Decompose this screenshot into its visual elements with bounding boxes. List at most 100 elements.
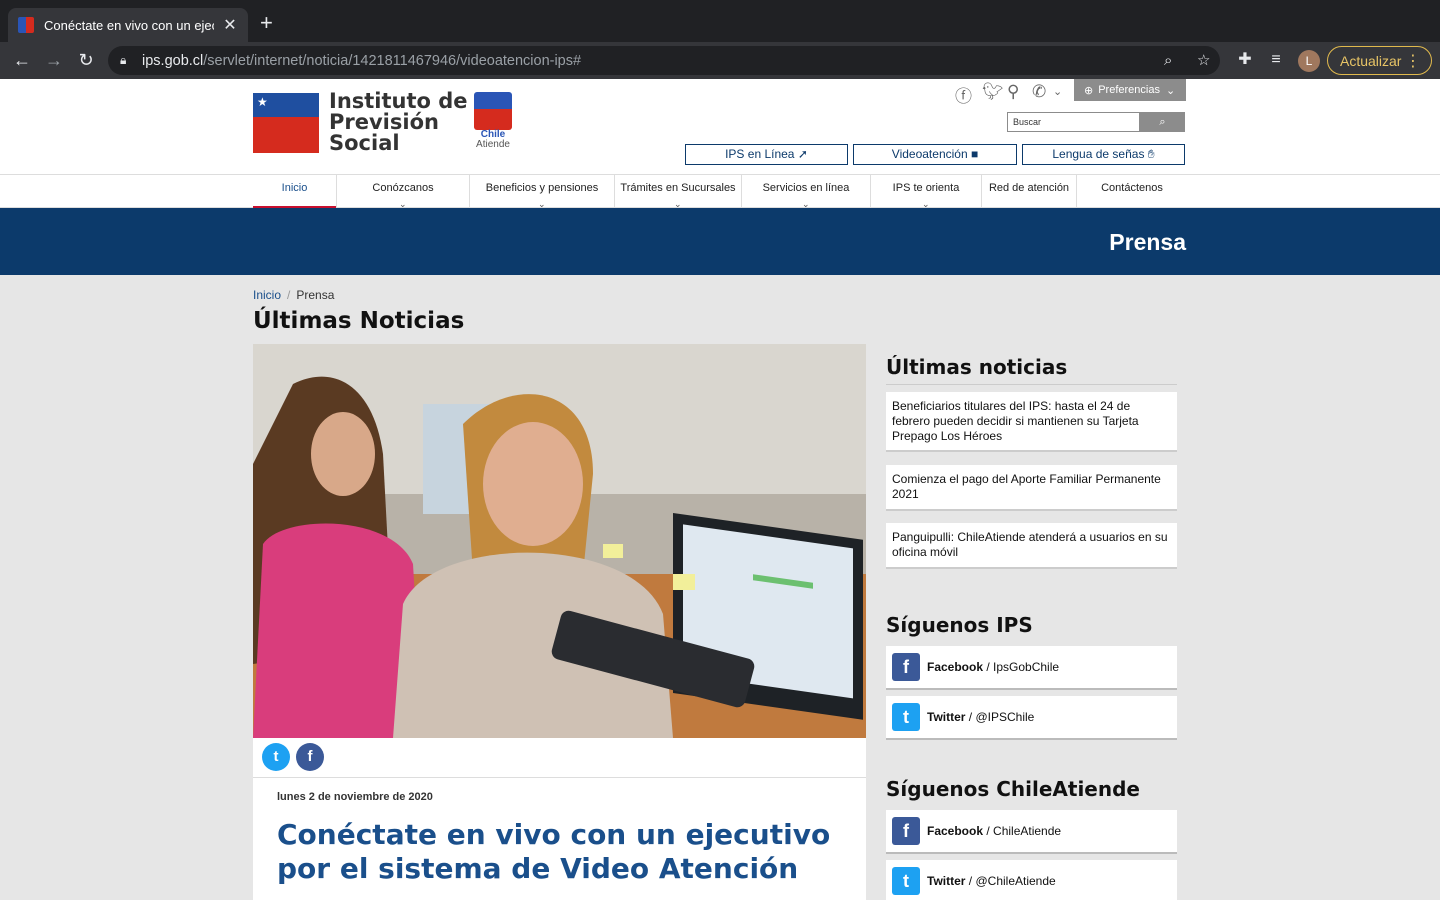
search-button[interactable]: ⌕: [1140, 112, 1185, 132]
extensions-puzzle-icon[interactable]: ✚: [1234, 49, 1256, 71]
browser-tab[interactable]: Conéctate en vivo con un ejecu ✕: [8, 8, 248, 42]
logo-line-2: Previsión: [329, 110, 439, 134]
news-item[interactable]: Panguipulli: ChileAtiende atenderá a usu…: [886, 523, 1177, 569]
lengua-de-senas-button[interactable]: Lengua de señas ✋︎: [1022, 144, 1185, 165]
chileatiende-facebook-link[interactable]: f Facebook / ChileAtiende: [886, 810, 1177, 854]
facebook-icon[interactable]: ⓕ: [955, 82, 972, 106]
chileatiende-emblem-icon: [474, 92, 512, 130]
ips-logo-text[interactable]: Instituto de Previsión Social: [329, 91, 468, 154]
article-hero-photo: [253, 344, 866, 738]
ips-en-linea-button[interactable]: IPS en Línea ➚: [685, 144, 848, 165]
breadcrumb: Inicio / Prensa: [253, 288, 334, 302]
follow-ips-heading: Síguenos IPS: [886, 613, 1033, 637]
nav-item-conozcanos[interactable]: Conózcanos ⌄: [337, 175, 470, 209]
nav-item-tramites[interactable]: Trámites en Sucursales ⌄: [615, 175, 742, 209]
nav-item-beneficios[interactable]: Beneficios y pensiones ⌄: [470, 175, 615, 209]
share-bar: t f: [253, 738, 866, 778]
lock-icon: 🔒︎: [120, 53, 127, 67]
social-network-name: Twitter: [927, 874, 966, 888]
nav-item-label: Red de atención: [988, 182, 1070, 194]
update-button[interactable]: Actualizar ⋮: [1327, 46, 1432, 75]
bookmark-star-icon[interactable]: ☆: [1197, 46, 1210, 75]
social-network-name: Facebook: [927, 824, 984, 838]
video-camera-icon: ■: [970, 147, 979, 161]
page-title: Últimas Noticias: [253, 308, 465, 334]
nav-item-inicio[interactable]: Inicio: [253, 175, 337, 209]
preferences-button[interactable]: ⊕ Preferencias ⌄: [1074, 79, 1186, 101]
latest-news-heading: Últimas noticias: [886, 355, 1068, 379]
social-handle: / ChileAtiende: [986, 824, 1062, 838]
location-pin-icon[interactable]: ⚲: [1007, 82, 1019, 102]
share-twitter-icon[interactable]: t: [262, 743, 290, 771]
url-path: /servlet/internet/noticia/1421811467946/…: [203, 52, 582, 69]
article-title[interactable]: Conéctate en vivo con un ejecutivo por e…: [277, 818, 847, 886]
facebook-icon: f: [892, 817, 920, 845]
call-center-photo: [253, 344, 866, 738]
star-icon: ★: [257, 95, 268, 109]
nav-item-label: Inicio: [281, 182, 308, 194]
chevron-down-icon[interactable]: ⌄: [1053, 85, 1062, 105]
twitter-icon: t: [892, 867, 920, 895]
social-handle: / IpsGobChile: [986, 660, 1060, 674]
browser-tab-strip: Conéctate en vivo con un ejecu ✕ +: [0, 0, 1440, 42]
social-network-name: Facebook: [927, 660, 984, 674]
address-bar[interactable]: 🔒︎ ips.gob.cl/servlet/internet/noticia/1…: [108, 46, 1220, 75]
section-banner: Prensa: [0, 208, 1440, 275]
zoom-icon[interactable]: ⌕: [1164, 46, 1172, 75]
media-queue-icon[interactable]: ≡: [1265, 49, 1287, 71]
site-header: ★ Instituto de Previsión Social Chile At…: [0, 79, 1440, 174]
facebook-icon: f: [892, 653, 920, 681]
divider: [886, 384, 1177, 385]
site-favicon-icon: [18, 17, 34, 33]
nav-item-label: Contáctenos: [1101, 182, 1163, 194]
videoatencion-label: Videoatención: [891, 147, 968, 161]
article-date: lunes 2 de noviembre de 2020: [277, 791, 433, 803]
chileatiende-logo[interactable]: Chile Atiende: [473, 92, 513, 154]
ips-facebook-link[interactable]: f Facebook / IpsGobChile: [886, 646, 1177, 690]
forward-arrow-icon[interactable]: →: [42, 49, 66, 73]
search-icon: ⌕: [1159, 116, 1166, 128]
back-arrow-icon[interactable]: ←: [10, 49, 34, 73]
banner-title: Prensa: [1109, 229, 1186, 255]
ips-logo-emblem[interactable]: ★: [253, 93, 319, 153]
chevron-down-icon: ⌄: [1165, 84, 1176, 97]
browser-toolbar: ← → ↻ 🔒︎ ips.gob.cl/servlet/internet/not…: [0, 42, 1440, 79]
breadcrumb-separator: /: [287, 288, 291, 302]
twitter-icon: t: [892, 703, 920, 731]
nav-item-red-de-atencion[interactable]: Red de atención: [982, 175, 1077, 208]
search-input[interactable]: Buscar: [1007, 112, 1140, 132]
social-handle: / @IPSChile: [968, 710, 1035, 724]
accessibility-icon: ⊕: [1084, 84, 1094, 97]
lengua-de-senas-label: Lengua de señas: [1052, 147, 1145, 161]
web-page: ★ Instituto de Previsión Social Chile At…: [0, 79, 1440, 900]
update-label: Actualizar: [1340, 52, 1402, 69]
breadcrumb-current: Prensa: [296, 288, 335, 302]
nav-item-ips-te-orienta[interactable]: IPS te orienta ⌄: [871, 175, 982, 209]
breadcrumb-home-link[interactable]: Inicio: [253, 288, 281, 302]
tab-title: Conéctate en vivo con un ejecu: [44, 17, 214, 33]
news-article: t f lunes 2 de noviembre de 2020 Conécta…: [253, 344, 866, 900]
tab-close-icon[interactable]: ✕: [222, 15, 238, 35]
new-tab-button[interactable]: +: [260, 12, 273, 34]
ips-twitter-link[interactable]: t Twitter / @IPSChile: [886, 696, 1177, 740]
share-facebook-icon[interactable]: f: [296, 743, 324, 771]
ips-en-linea-label: IPS en Línea: [725, 147, 795, 161]
nav-item-contactenos[interactable]: Contáctenos: [1077, 175, 1187, 208]
social-network-name: Twitter: [927, 710, 966, 724]
menu-kebab-icon[interactable]: ⋮: [1405, 51, 1421, 71]
chileatiende-twitter-link[interactable]: t Twitter / @ChileAtiende: [886, 860, 1177, 900]
news-item[interactable]: Comienza el pago del Aporte Familiar Per…: [886, 465, 1177, 511]
phone-icon[interactable]: ✆: [1032, 82, 1046, 102]
twitter-icon[interactable]: 🐦︎: [982, 82, 1004, 102]
reload-icon[interactable]: ↻: [74, 49, 98, 73]
news-item[interactable]: Beneficiarios titulares del IPS: hasta e…: [886, 392, 1177, 452]
url-host: ips.gob.cl: [142, 52, 204, 69]
nav-item-servicios[interactable]: Servicios en línea ⌄: [742, 175, 871, 209]
follow-chileatiende-heading: Síguenos ChileAtiende: [886, 777, 1140, 801]
social-handle: / @ChileAtiende: [968, 874, 1056, 888]
sign-language-icon: ✋︎: [1147, 147, 1155, 161]
profile-avatar[interactable]: L: [1298, 50, 1320, 72]
videoatencion-button[interactable]: Videoatención ■: [853, 144, 1017, 165]
logo-line-1: Instituto de: [329, 89, 468, 113]
logo-line-3: Social: [329, 131, 400, 155]
